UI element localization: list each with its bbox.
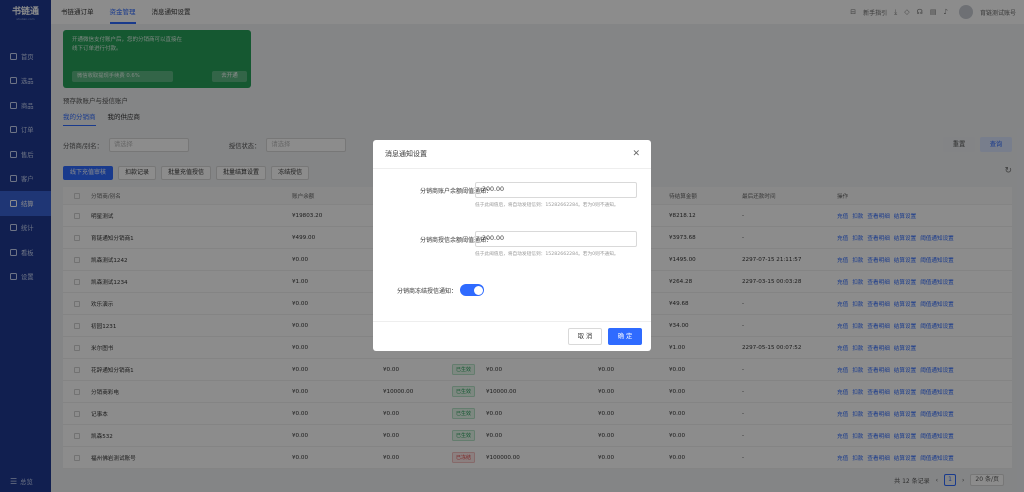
credit-threshold-input[interactable]: 200.00	[475, 231, 637, 247]
freeze-notify-label: 分销商冻结授信通知：	[396, 288, 457, 295]
confirm-button[interactable]: 确 定	[608, 328, 642, 345]
cancel-button[interactable]: 取 消	[568, 328, 602, 345]
notification-settings-modal: 消息通知设置 ✕ 分销商账户余额阈值通知： 200.00 低于此阈值后，将自动发…	[373, 140, 651, 351]
modal-footer: 取 消 确 定	[373, 321, 651, 351]
close-icon[interactable]: ✕	[632, 149, 640, 159]
modal-title: 消息通知设置	[385, 150, 427, 158]
balance-threshold-hint: 低于此阈值后，将自动发短信到：15282662284。若为0则不通知。	[475, 203, 619, 208]
balance-threshold-input[interactable]: 200.00	[475, 182, 637, 198]
modal-header: 消息通知设置	[373, 140, 651, 169]
freeze-notify-toggle[interactable]	[460, 284, 484, 296]
credit-threshold-hint: 低于此阈值后，将自动发短信到：15282662284。若为0则不通知。	[475, 252, 619, 257]
